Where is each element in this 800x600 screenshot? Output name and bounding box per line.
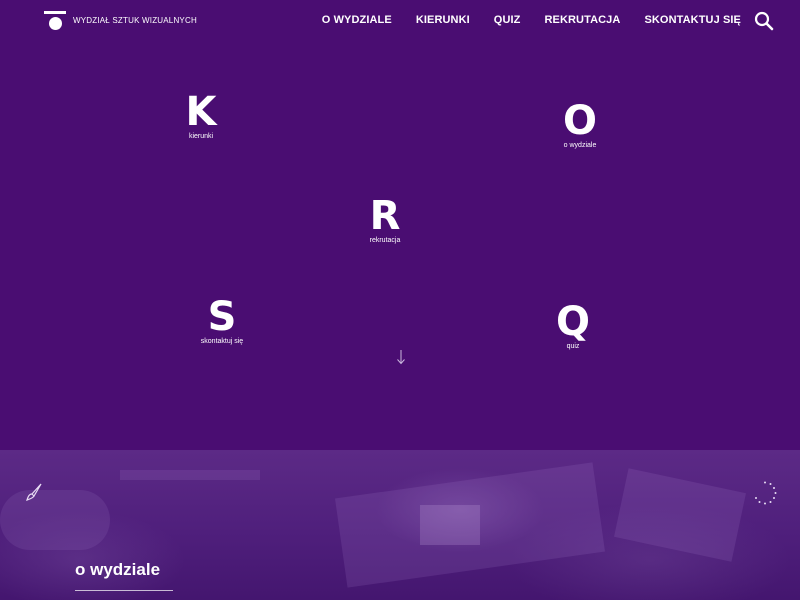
tile-quiz[interactable]: Q quiz [548,302,598,350]
tile-label: skontaktuj się [200,338,244,345]
nav-item-o-wydziale[interactable]: O WYDZIALE [322,14,392,26]
dots-spinner-icon [755,481,777,505]
tile-label: rekrutacja [369,237,401,244]
brush-icon [26,483,42,501]
tile-letter: S [207,294,237,340]
nav-item-kierunki[interactable]: KIERUNKI [416,14,470,26]
search-icon[interactable] [754,11,774,31]
section-title: o wydziale [75,560,161,579]
tile-label: kierunki [188,133,214,140]
tile-kierunki[interactable]: K kierunki [176,92,226,140]
tile-letter: R [369,193,401,239]
tile-skontaktuj[interactable]: S skontaktuj się [192,297,252,345]
tile-letter: K [185,89,217,135]
main-nav: O WYDZIALE KIERUNKI QUIZ REKRUTACJA SKON… [322,14,741,26]
nav-item-rekrutacja[interactable]: REKRUTACJA [544,14,620,26]
brand-name[interactable]: WYDZIAŁ SZTUK WIZUALNYCH [73,16,197,25]
tile-letter: O [562,98,597,144]
tile-label: o wydziale [563,142,597,149]
site-header: WYDZIAŁ SZTUK WIZUALNYCH O WYDZIALE KIER… [0,0,800,44]
logo[interactable] [44,11,68,33]
tile-rekrutacja[interactable]: R rekrutacja [355,196,415,244]
nav-item-quiz[interactable]: QUIZ [494,14,521,26]
tile-o-wydziale[interactable]: O o wydziale [545,101,615,149]
arrow-down-icon[interactable] [396,349,406,365]
section-title-underline [75,590,173,591]
tile-letter: Q [555,299,590,345]
nav-item-skontaktuj[interactable]: SKONTAKTUJ SIĘ [644,14,741,26]
